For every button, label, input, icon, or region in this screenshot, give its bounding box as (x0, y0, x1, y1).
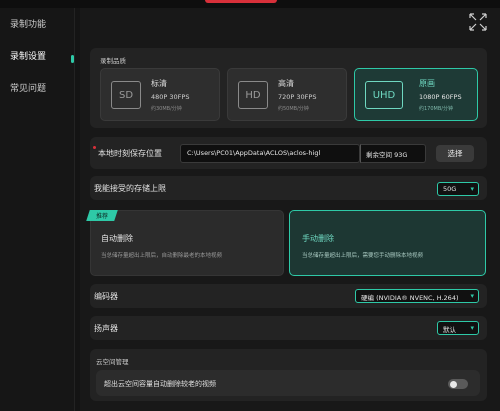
sidebar: 录制功能 录制设置 常见问题 (0, 8, 75, 411)
top-bar (0, 0, 500, 8)
chevron-down-icon: ▾ (470, 324, 474, 332)
auto-delete-desc: 当总储存量超出上限后，自动删除最老的本地视频 (101, 253, 223, 259)
quality-spec: 720P 30FPS (278, 93, 317, 101)
sidebar-item-record-features[interactable]: 录制功能 (10, 17, 46, 30)
storage-limit-value: 50G (443, 185, 457, 193)
auto-delete-option[interactable]: 自动删除 当总储存量超出上限后，自动删除最老的本地视频 (90, 210, 284, 276)
quality-option-hd[interactable]: HD 高清 720P 30FPS 约50MB/分钟 (227, 68, 347, 121)
speaker-value: 默认 (443, 326, 456, 334)
free-space-readout: 剩余空间 93G (360, 144, 426, 163)
cloud-auto-delete-toggle[interactable] (448, 379, 468, 389)
encoder-label: 编码器 (94, 292, 118, 301)
encoder-select[interactable]: 硬编 (NVIDIA® NVENC, H.264) ▾ (355, 289, 479, 303)
uhd-icon: UHD (365, 81, 403, 109)
select-folder-button[interactable]: 选择 (436, 145, 474, 162)
sidebar-item-record-settings[interactable]: 录制设置 (10, 49, 46, 62)
quality-rate: 约50MB/分钟 (278, 106, 309, 112)
save-location-label: 本地时刻保存位置 (98, 149, 162, 158)
sidebar-item-faq[interactable]: 常见问题 (10, 81, 46, 94)
sidebar-active-indicator (71, 55, 74, 63)
encoder-value: 硬编 (NVIDIA® NVENC, H.264) (361, 294, 459, 302)
cloud-section-title: 云空间管理 (96, 358, 129, 366)
quality-title: 标清 (151, 79, 167, 88)
quality-option-uhd[interactable]: UHD 原画 1080P 60FPS 约170MB/分钟 (354, 68, 478, 121)
save-path-field[interactable]: C:\Users\PC01\AppData\ACLOS\aclos-higl (180, 144, 360, 163)
speaker-select[interactable]: 默认 ▾ (437, 321, 479, 335)
quality-title: 高清 (278, 79, 294, 88)
quality-title: 原画 (419, 79, 435, 88)
toggle-knob (450, 380, 457, 388)
manual-delete-option[interactable]: 手动删除 当总储存量超出上限后，需要您手动删除本地视频 (289, 210, 486, 276)
cloud-auto-delete-label: 超出云空间容量自动删除较老的视频 (104, 380, 216, 388)
storage-limit-label: 我能接受的存储上限 (94, 184, 166, 193)
recommended-badge: 推荐 (86, 210, 118, 221)
chevron-down-icon: ▾ (470, 185, 474, 193)
quality-spec: 1080P 60FPS (419, 93, 462, 101)
storage-limit-select[interactable]: 50G ▾ (437, 182, 479, 196)
speaker-label: 扬声器 (94, 324, 118, 333)
fullscreen-icon[interactable] (468, 12, 488, 32)
quality-spec: 480P 30FPS (151, 93, 190, 101)
chevron-down-icon: ▾ (470, 292, 474, 300)
quality-rate: 约170MB/分钟 (419, 106, 453, 112)
auto-delete-title: 自动删除 (101, 234, 133, 243)
manual-delete-title: 手动删除 (302, 234, 334, 243)
sd-icon: SD (111, 81, 141, 109)
quality-option-sd[interactable]: SD 标清 480P 30FPS 约30MB/分钟 (100, 68, 220, 121)
speaker-card (90, 316, 487, 340)
window-accent-bar (205, 0, 277, 3)
hd-icon: HD (238, 81, 268, 109)
required-marker (93, 146, 96, 149)
manual-delete-desc: 当总储存量超出上限后，需要您手动删除本地视频 (302, 253, 424, 259)
quality-rate: 约30MB/分钟 (151, 106, 182, 112)
quality-section-title: 录制品质 (100, 57, 126, 65)
